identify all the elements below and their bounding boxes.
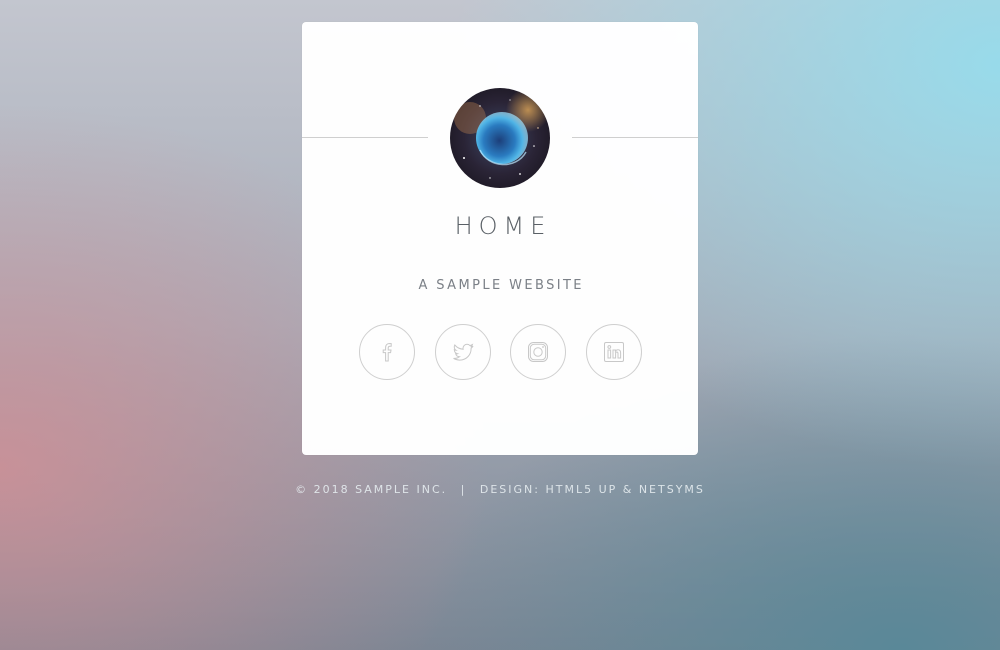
- divider-left: [302, 137, 428, 138]
- twitter-button[interactable]: [435, 324, 491, 380]
- facebook-button[interactable]: [359, 324, 415, 380]
- linkedin-button[interactable]: [586, 324, 642, 380]
- footer-copyright: © 2018 SAMPLE INC.: [295, 483, 448, 496]
- footer: © 2018 SAMPLE INC. | DESIGN: HTML5 UP & …: [0, 483, 1000, 496]
- facebook-icon: [382, 342, 392, 362]
- twitter-icon: [453, 343, 474, 361]
- instagram-button[interactable]: [510, 324, 566, 380]
- page-subtitle: A SAMPLE WEBSITE: [418, 278, 584, 293]
- nebula-image: [450, 88, 550, 188]
- avatar: [450, 88, 550, 188]
- page-title: HOME: [454, 212, 552, 240]
- divider-right: [572, 137, 698, 138]
- profile-card: HOME A SAMPLE WEBSITE: [302, 22, 698, 455]
- footer-credit[interactable]: DESIGN: HTML5 UP & NETSYMS: [480, 483, 705, 496]
- social-links: [359, 324, 642, 380]
- linkedin-icon: [604, 342, 624, 362]
- instagram-icon: [528, 342, 548, 362]
- footer-separator: |: [460, 483, 467, 496]
